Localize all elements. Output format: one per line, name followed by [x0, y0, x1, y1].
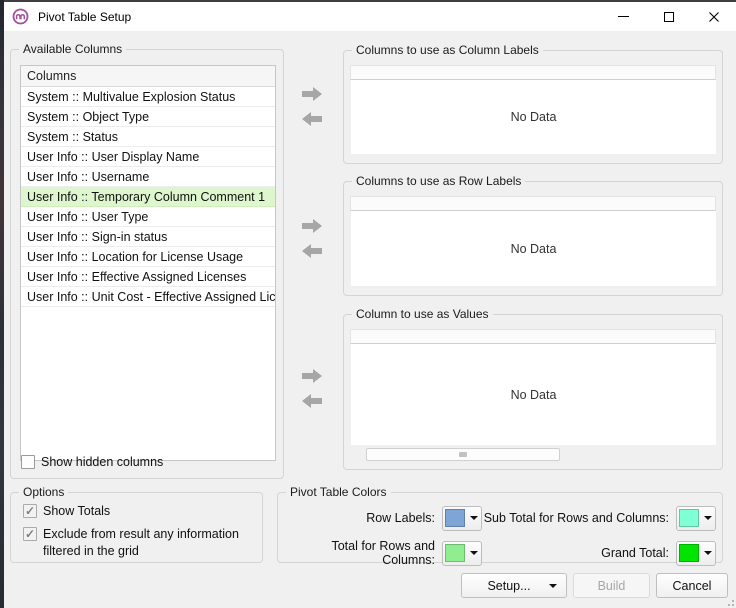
color-row-2: Total for Rows and Columns: Grand Total: — [278, 540, 722, 566]
column-labels-grid-header — [350, 65, 716, 80]
column-labels-title: Columns to use as Column Labels — [352, 43, 543, 57]
dropdown-caret-icon — [470, 516, 478, 520]
row-labels-move-buttons — [300, 218, 326, 260]
window-controls — [601, 2, 736, 31]
scrollbar-thumb[interactable] — [459, 452, 467, 457]
row-labels-color-label: Row Labels: — [278, 511, 435, 525]
list-item[interactable]: User Info :: Effective Assigned Licenses — [21, 267, 275, 287]
dropdown-caret-icon — [470, 551, 478, 555]
columns-list[interactable]: Columns System :: Multivalue Explosion S… — [20, 65, 276, 461]
list-item[interactable]: System :: Status — [21, 127, 275, 147]
titlebar: Pivot Table Setup — [0, 2, 736, 31]
values-panel: Column to use as Values No Data — [343, 314, 723, 470]
column-labels-empty-text: No Data — [511, 110, 557, 124]
sub-total-color-swatch — [679, 509, 699, 527]
list-item[interactable]: User Info :: Temporary Column Comment 1 — [21, 187, 275, 207]
dropdown-caret-icon — [704, 551, 712, 555]
row-labels-drop-area[interactable]: No Data — [351, 211, 716, 286]
sub-total-color-label: Sub Total for Rows and Columns: — [482, 511, 669, 525]
exclude-filtered-checkbox[interactable] — [23, 527, 37, 541]
arrow-left-icon — [300, 243, 324, 259]
show-hidden-columns-row: Show hidden columns — [21, 454, 163, 471]
columns-list-header: Columns — [21, 66, 275, 87]
arrow-right-icon — [300, 86, 324, 102]
resize-grip[interactable] — [724, 596, 734, 606]
list-item[interactable]: User Info :: Unit Cost - Effective Assig… — [21, 287, 275, 307]
show-totals-checkbox[interactable] — [23, 504, 37, 518]
row-labels-color-swatch — [445, 509, 465, 527]
close-icon — [708, 11, 720, 23]
minimize-icon — [618, 16, 629, 17]
exclude-filtered-row: Exclude from result any information filt… — [23, 526, 255, 560]
list-item[interactable]: User Info :: User Display Name — [21, 147, 275, 167]
show-totals-row: Show Totals — [23, 503, 110, 520]
cancel-button-label: Cancel — [673, 579, 712, 593]
list-item[interactable]: User Info :: Location for License Usage — [21, 247, 275, 267]
list-item[interactable]: System :: Multivalue Explosion Status — [21, 87, 275, 107]
pivot-colors-title: Pivot Table Colors — [286, 485, 391, 499]
sub-total-color-dropdown[interactable] — [676, 506, 716, 531]
grand-total-color-dropdown[interactable] — [676, 541, 716, 566]
values-grid-header — [350, 329, 716, 344]
options-title: Options — [19, 485, 68, 499]
setup-button-label: Setup... — [487, 579, 530, 593]
remove-value-button[interactable] — [300, 393, 324, 410]
setup-button[interactable]: Setup... — [461, 573, 567, 598]
desktop-background-sliver — [0, 0, 4, 608]
available-columns-title: Available Columns — [19, 42, 126, 56]
columns-list-rows: System :: Multivalue Explosion StatusSys… — [21, 87, 275, 307]
total-color-dropdown[interactable] — [442, 541, 482, 566]
values-title: Column to use as Values — [352, 307, 493, 321]
values-horizontal-scrollbar[interactable] — [366, 448, 560, 461]
available-columns-group: Available Columns Columns System :: Mult… — [10, 49, 284, 479]
exclude-filtered-label: Exclude from result any information filt… — [43, 526, 251, 560]
dropdown-caret-icon — [704, 516, 712, 520]
show-totals-label: Show Totals — [43, 503, 110, 520]
show-hidden-columns-label: Show hidden columns — [41, 454, 163, 471]
add-column-label-button[interactable] — [300, 86, 324, 103]
column-labels-drop-area[interactable]: No Data — [351, 80, 716, 154]
row-labels-color-dropdown[interactable] — [442, 506, 482, 531]
add-row-label-button[interactable] — [300, 218, 324, 235]
arrow-left-icon — [300, 393, 324, 409]
cancel-button[interactable]: Cancel — [656, 573, 728, 598]
row-labels-panel: Columns to use as Row Labels No Data — [343, 181, 723, 296]
arrow-right-icon — [300, 368, 324, 384]
color-row-1: Row Labels: Sub Total for Rows and Colum… — [278, 505, 722, 531]
pivot-colors-group: Pivot Table Colors Row Labels: Sub Total… — [277, 492, 723, 563]
column-labels-move-buttons — [300, 86, 326, 128]
window-title: Pivot Table Setup — [38, 10, 131, 24]
show-hidden-columns-checkbox[interactable] — [21, 455, 35, 469]
maximize-icon — [664, 12, 674, 22]
list-item[interactable]: User Info :: Sign-in status — [21, 227, 275, 247]
arrow-left-icon — [300, 111, 324, 127]
list-item[interactable]: User Info :: User Type — [21, 207, 275, 227]
build-button-label: Build — [598, 579, 626, 593]
values-drop-area[interactable]: No Data — [351, 344, 716, 445]
options-group: Options Show Totals Exclude from result … — [10, 492, 263, 563]
total-color-label: Total for Rows and Columns: — [278, 539, 435, 567]
total-color-swatch — [445, 544, 465, 562]
close-button[interactable] — [691, 2, 736, 31]
remove-column-label-button[interactable] — [300, 111, 324, 128]
add-value-button[interactable] — [300, 368, 324, 385]
grand-total-color-label: Grand Total: — [482, 546, 669, 560]
column-labels-panel: Columns to use as Column Labels No Data — [343, 50, 723, 164]
app-logo-icon — [12, 8, 29, 25]
minimize-button[interactable] — [601, 2, 646, 31]
window-top-border — [0, 0, 736, 2]
build-button[interactable]: Build — [573, 573, 650, 598]
arrow-right-icon — [300, 218, 324, 234]
maximize-button[interactable] — [646, 2, 691, 31]
list-item[interactable]: User Info :: Username — [21, 167, 275, 187]
row-labels-empty-text: No Data — [511, 242, 557, 256]
list-item[interactable]: System :: Object Type — [21, 107, 275, 127]
remove-row-label-button[interactable] — [300, 243, 324, 260]
values-move-buttons — [300, 368, 326, 410]
grand-total-color-swatch — [679, 544, 699, 562]
row-labels-grid-header — [350, 196, 716, 211]
setup-dropdown-caret-icon — [549, 584, 557, 588]
row-labels-title: Columns to use as Row Labels — [352, 174, 525, 188]
values-empty-text: No Data — [511, 388, 557, 402]
